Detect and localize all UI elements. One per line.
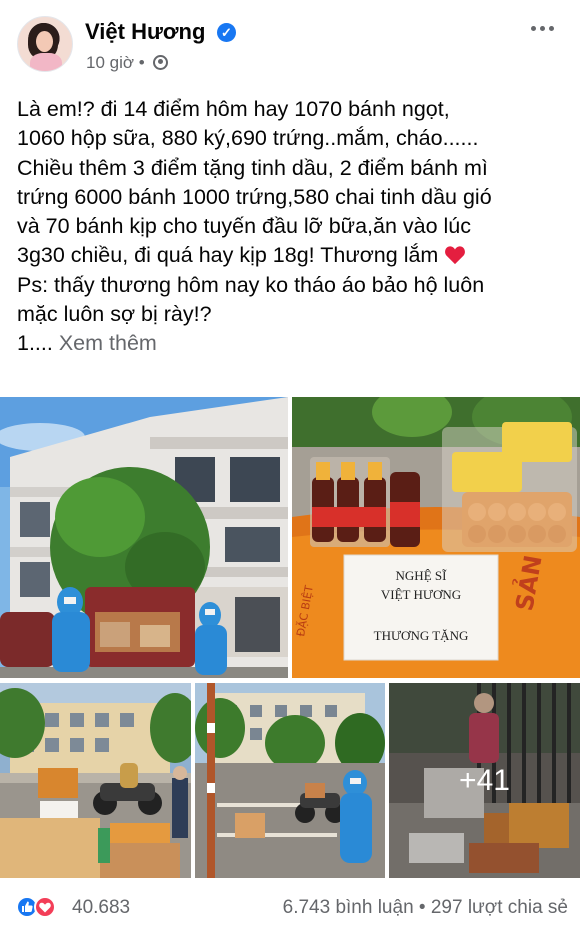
verified-badge-icon: ✓ [217, 23, 236, 42]
photo-grid: ĐẶC BIỆT SẢN NGHỆ SĨ VIỆT HƯƠNG THƯƠNG T… [0, 397, 580, 878]
truncated-text: 1.... [17, 331, 53, 356]
sign-line-2: VIỆT HƯƠNG [381, 587, 461, 602]
comment-count[interactable]: 6.743 bình luận [283, 897, 414, 918]
post-text: Là em!? đi 14 điểm hôm hay 1070 bánh ngọ… [17, 95, 569, 359]
post-line: trứng 6000 bánh 1000 trứng,580 chai tinh… [17, 184, 492, 209]
post-stats: 6.743 bình luận • 297 lượt chia sẻ [283, 897, 568, 919]
post-header: Việt Hương ✓ 10 giờ • [0, 0, 580, 88]
author-name[interactable]: Việt Hương [85, 19, 205, 45]
love-icon [34, 896, 56, 918]
post-line: Ps: thấy thương hôm nay ko tháo áo bảo h… [17, 272, 485, 297]
sign-line-1: NGHỆ SĨ [396, 568, 448, 583]
post-time[interactable]: 10 giờ [86, 53, 134, 72]
post-line-last: 1.... Xem thêm [17, 329, 569, 358]
avatar[interactable] [17, 16, 73, 72]
post-line: mặc luôn sợ bị rày!? [17, 302, 212, 327]
more-icon[interactable] [528, 18, 558, 38]
meta-separator: • [138, 53, 145, 72]
more-photos-count[interactable]: +41 [389, 683, 580, 878]
share-count[interactable]: 297 lượt chia sẻ [431, 897, 568, 918]
post-line: 3g30 chiều, đi quá hay kịp 18g! Thương l… [17, 243, 439, 268]
sign-line-3: THƯƠNG TẶNG [374, 628, 469, 643]
post-line: 1060 hộp sữa, 880 ký,690 trứng..mắm, chá… [17, 126, 479, 151]
post-line: Là em!? đi 14 điểm hôm hay 1070 bánh ngọ… [17, 97, 450, 121]
post-line-with-heart: 3g30 chiều, đi quá hay kịp 18g! Thương l… [17, 241, 569, 270]
photo-building-volunteers[interactable] [0, 397, 288, 678]
post-line: Chiều thêm 3 điểm tặng tinh dầu, 2 điểm … [17, 155, 488, 180]
globe-icon [153, 55, 169, 70]
stats-separator: • [418, 897, 426, 918]
red-heart-icon [445, 246, 466, 265]
photo-street-donation[interactable] [0, 683, 191, 878]
post-meta: 10 giờ • [86, 53, 169, 73]
reaction-count[interactable]: 40.683 [72, 897, 130, 919]
post-line: và 70 bánh kịp cho tuyến đầu lỡ bữa,ăn v… [17, 214, 472, 239]
post-footer: 40.683 6.743 bình luận • 297 lượt chia s… [0, 880, 580, 936]
see-more-link[interactable]: Xem thêm [59, 331, 157, 355]
photo-checkpoint[interactable] [195, 683, 385, 878]
photo-rice-bag-donation[interactable]: ĐẶC BIỆT SẢN NGHỆ SĨ VIỆT HƯƠNG THƯƠNG T… [292, 397, 580, 678]
photo-more[interactable]: +41 [389, 683, 580, 878]
